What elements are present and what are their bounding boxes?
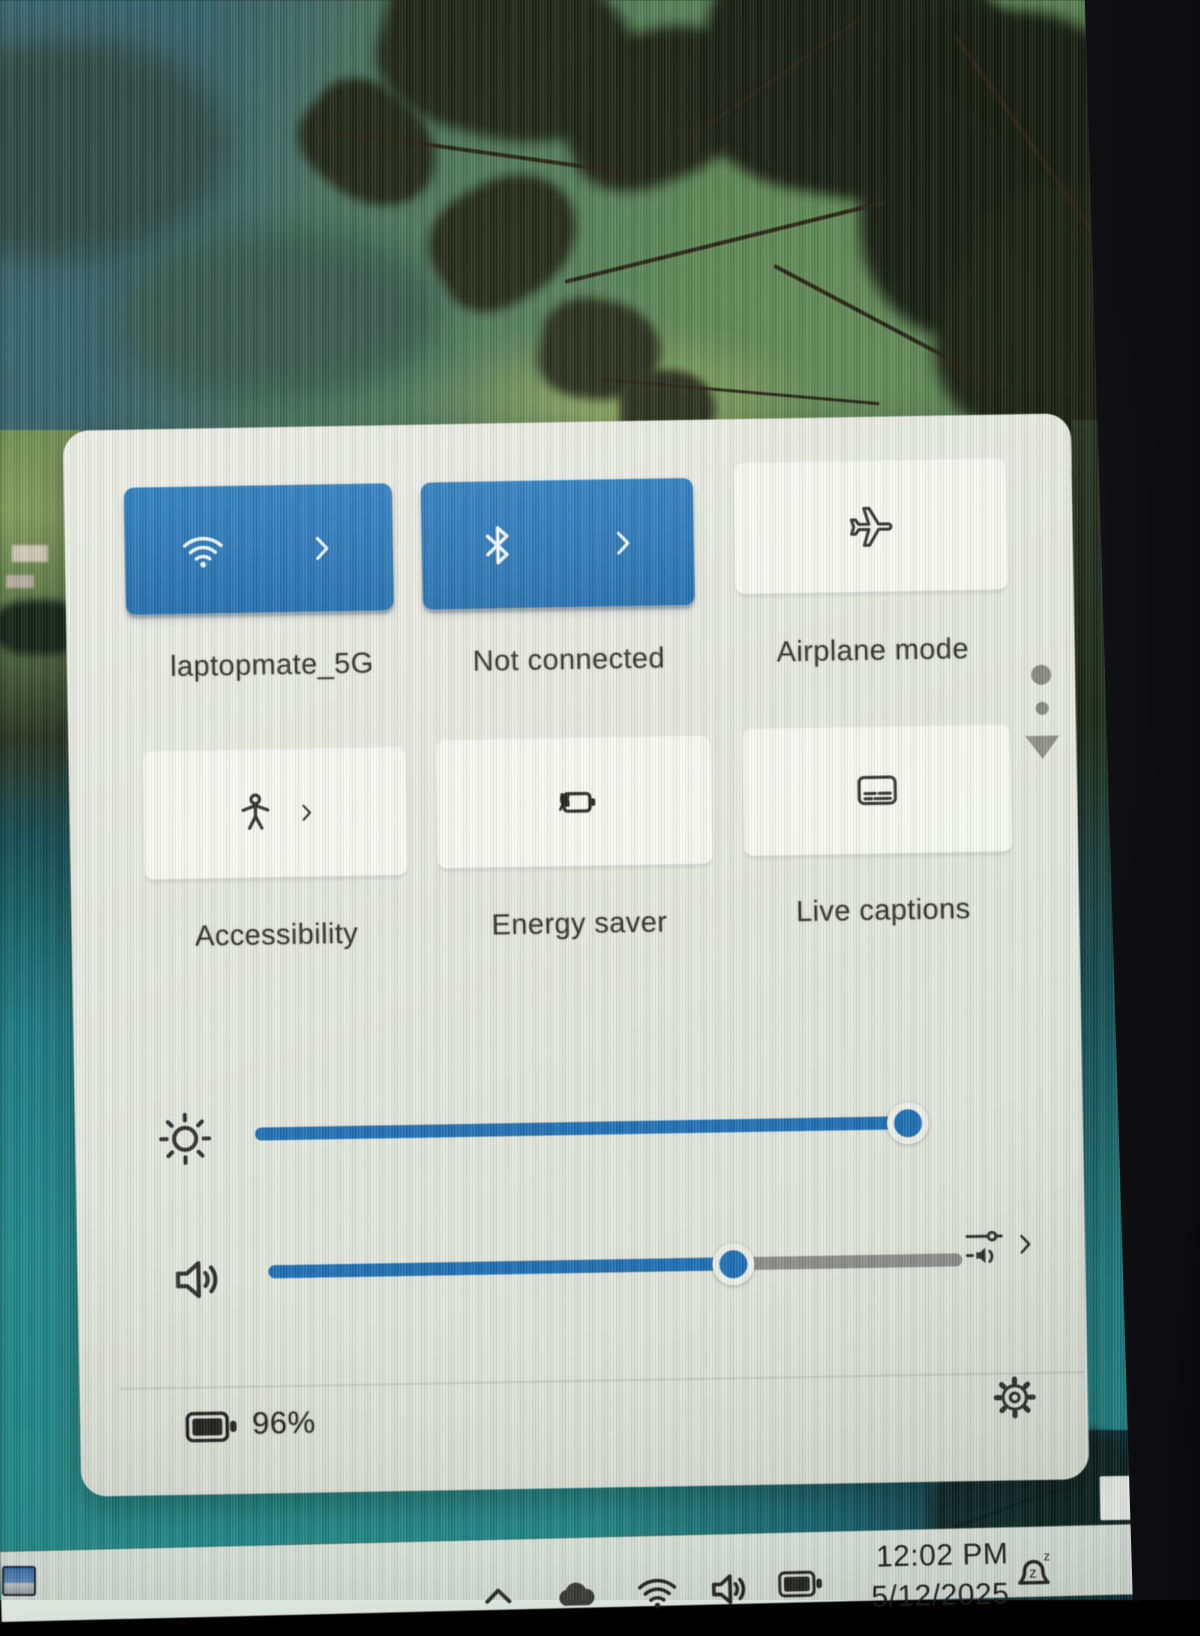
tray-caret-up-icon[interactable] — [479, 1577, 518, 1616]
notification-bell-dnd-icon[interactable]: z z — [1008, 1544, 1061, 1597]
accessibility-tile[interactable] — [142, 747, 407, 882]
brightness-slider-thumb[interactable] — [887, 1101, 930, 1144]
settings-gear-icon[interactable] — [991, 1374, 1038, 1421]
airplane-tile-label: Airplane mode — [702, 632, 1043, 671]
bluetooth-icon — [475, 521, 520, 568]
clock-date: 5/12/2025 — [829, 1577, 1010, 1615]
tray-speaker-icon[interactable] — [707, 1566, 754, 1613]
airplane-mode-tile[interactable] — [733, 458, 1007, 596]
live-captions-tile-label: Live captions — [713, 892, 1054, 931]
tray-wifi-icon[interactable] — [635, 1569, 680, 1614]
chevron-right-icon — [294, 800, 318, 824]
live-captions-tile[interactable] — [742, 724, 1012, 858]
energy-saver-tile[interactable] — [435, 736, 712, 871]
chevron-right-icon — [606, 525, 641, 560]
clock-time: 12:02 PM — [828, 1537, 1009, 1575]
wifi-tile-label: laptopmate_5G — [102, 646, 443, 685]
wifi-icon — [178, 527, 227, 574]
quick-settings-panel: laptopmate_5G Not connected Airplane mod… — [63, 413, 1089, 1496]
bluetooth-tile[interactable] — [421, 478, 695, 610]
volume-slider[interactable] — [268, 1253, 962, 1278]
wallpaper — [0, 0, 1140, 470]
page-indicator-dot — [1031, 665, 1051, 685]
airplane-icon — [844, 500, 897, 553]
screen-edge-glint — [1100, 1476, 1135, 1521]
energy-saver-tile-label: Energy saver — [409, 905, 750, 944]
tray-onedrive-cloud-icon[interactable] — [553, 1573, 600, 1614]
screen: laptopmate_5G Not connected Airplane mod… — [0, 0, 1200, 1600]
energy-saver-icon — [546, 777, 601, 828]
tray-battery-icon[interactable] — [777, 1568, 826, 1601]
sound-output-icon[interactable] — [962, 1225, 1007, 1270]
panel-divider — [119, 1371, 1084, 1390]
accessibility-tile-label: Accessibility — [106, 916, 447, 955]
bluetooth-tile-label: Not connected — [399, 641, 740, 680]
accessibility-icon — [232, 790, 279, 837]
svg-text:z: z — [1029, 1565, 1037, 1582]
volume-speaker-icon — [169, 1250, 228, 1309]
volume-expand-chevron-icon[interactable] — [1011, 1230, 1039, 1258]
page-scroll-down-arrow-icon[interactable] — [1025, 736, 1059, 760]
svg-text:z: z — [1043, 1548, 1050, 1563]
brightness-sun-icon — [155, 1108, 216, 1169]
taskbar-clock[interactable]: 12:02 PM 5/12/2025 — [828, 1537, 1010, 1615]
volume-slider-thumb[interactable] — [712, 1242, 755, 1285]
wifi-tile[interactable] — [124, 483, 394, 615]
page-indicator-dot — [1036, 702, 1049, 715]
battery-icon — [184, 1408, 241, 1447]
live-captions-icon — [852, 767, 903, 814]
brightness-slider[interactable] — [255, 1116, 908, 1140]
chevron-right-icon — [305, 531, 340, 566]
battery-percent[interactable]: 96% — [252, 1405, 316, 1442]
desktop-shortcut-icon[interactable] — [2, 1566, 36, 1596]
